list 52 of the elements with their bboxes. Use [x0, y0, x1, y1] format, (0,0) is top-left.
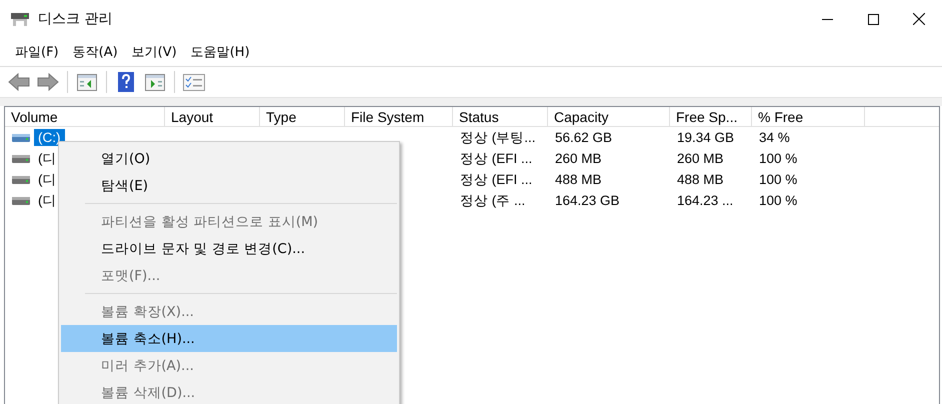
table-cell: 488 MB — [555, 172, 602, 187]
table-cell: 164.23 GB — [555, 193, 620, 208]
toolbar-button[interactable] — [6, 70, 32, 94]
table-cell: 56.62 GB — [555, 130, 612, 145]
table-cell: 정상 (주 ... — [460, 192, 526, 210]
column-header[interactable]: Status — [453, 107, 548, 127]
drive-label[interactable]: (디 — [34, 148, 60, 168]
drive-icon — [12, 154, 30, 164]
column-header[interactable]: Layout — [165, 107, 260, 127]
back-arrow-icon — [8, 73, 30, 91]
table-cell: 100 % — [759, 193, 798, 208]
table-cell: 19.34 GB — [677, 130, 734, 145]
menu-item[interactable]: 보기(V) — [124, 43, 184, 61]
column-header[interactable]: Volume — [5, 107, 165, 127]
disk-management-icon — [10, 11, 30, 27]
context-menu-item[interactable]: 볼륨 축소(H)... — [61, 325, 397, 352]
column-header[interactable]: Type — [260, 107, 345, 127]
drive-label[interactable]: (C:) — [34, 129, 64, 146]
checklist-icon — [183, 74, 205, 90]
toolbar-button[interactable] — [35, 70, 61, 94]
column-header[interactable]: % Free — [752, 107, 865, 127]
close-icon — [913, 13, 925, 25]
forward-arrow-icon — [37, 73, 59, 91]
table-cell: 정상 (EFI ... — [460, 170, 532, 188]
table-cell: 정상 (부팅... — [460, 128, 536, 146]
table-cell: 34 % — [759, 130, 790, 145]
help-icon — [118, 72, 134, 92]
menu-item[interactable]: 파일(F) — [8, 43, 66, 61]
table-cell: 정상 (EFI ... — [460, 150, 532, 168]
context-menu-item[interactable]: 탐색(E) — [61, 172, 397, 199]
table-cell: 488 MB — [677, 172, 724, 187]
context-menu-item[interactable]: 열기(O) — [61, 145, 397, 172]
menu-item[interactable]: 도움말(H) — [184, 43, 257, 61]
column-header[interactable]: File System — [345, 107, 453, 127]
window-title: 디스크 관리 — [38, 10, 112, 28]
context-menu-item[interactable]: 드라이브 문자 및 경로 변경(C)... — [61, 235, 397, 262]
table-cell: 164.23 ... — [677, 193, 734, 208]
drive-icon — [12, 132, 30, 142]
table-cell: 100 % — [759, 151, 798, 166]
drive-icon — [12, 196, 30, 206]
menu-item[interactable]: 동작(A) — [66, 43, 125, 61]
maximize-icon — [868, 14, 878, 24]
table-cell: 100 % — [759, 172, 798, 187]
drive-label[interactable]: (디 — [34, 190, 60, 210]
drive-icon — [12, 174, 30, 184]
column-header[interactable]: Free Sp... — [670, 107, 752, 127]
drive-label[interactable]: (디 — [34, 170, 60, 190]
panel-icon — [145, 74, 165, 90]
table-cell: 260 MB — [555, 151, 602, 166]
panel-icon — [77, 74, 97, 90]
column-header[interactable]: Capacity — [548, 107, 670, 127]
table-cell: 260 MB — [677, 151, 724, 166]
